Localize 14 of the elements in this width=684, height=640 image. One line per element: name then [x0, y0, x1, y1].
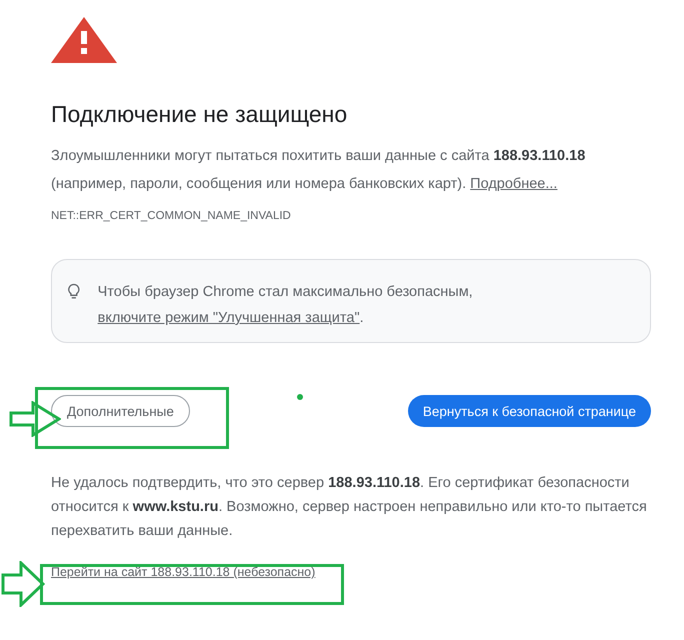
tip-text: Чтобы браузер Chrome стал максимально безопасным, включите режим "Улучшенная защита". — [98, 283, 474, 328]
proceed-link[interactable]: Перейти на сайт 188.93.110.18 (небезопасно) — [51, 565, 316, 579]
advanced-button[interactable]: Дополнительные — [51, 395, 190, 427]
warning-text: Злоумышленники могут пытаться похитить ваши данные с сайта 188.93.110.18 (например, пароли, сообщения или номера банковских карт). Подробнее... — [51, 147, 586, 194]
details-text: Не удалось подтвердить, что это сервер 188.93.110.18. Его сертификат безопасности относится к www.kstu.ru. Возможно, сервер настроен неправильно или кто-то пытается перехватить ваши данные. — [51, 474, 648, 541]
page-title: Подключение не защищено — [51, 101, 348, 128]
warning-icon — [51, 17, 117, 63]
back-to-safety-button[interactable]: Вернуться к безопасной странице — [408, 395, 651, 427]
arrow-icon — [9, 401, 61, 437]
dot-icon — [297, 394, 303, 400]
error-code: NET::ERR_CERT_COMMON_NAME_INVALID — [51, 210, 292, 222]
learn-more-link[interactable]: Подробнее... — [470, 176, 558, 192]
arrow-icon — [1, 561, 45, 607]
enhanced-protection-link[interactable]: включите режим "Улучшенная защита" — [98, 310, 360, 326]
